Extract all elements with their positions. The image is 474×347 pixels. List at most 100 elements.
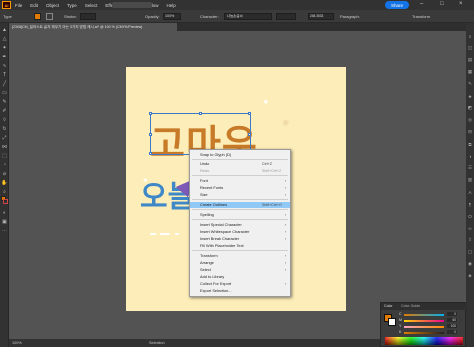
minimize-icon[interactable]: – — [420, 1, 423, 7]
line-tool-icon[interactable]: ╱ — [1, 80, 8, 87]
ctx-spelling[interactable]: Spelling › — [190, 212, 290, 218]
ctx-font[interactable]: Font › — [190, 178, 290, 184]
tab-color[interactable]: Color — [384, 304, 393, 308]
ctx-select[interactable]: Select › — [190, 267, 290, 273]
menu-edit[interactable]: Edit — [30, 3, 38, 8]
free-transform-tool-icon[interactable]: ⬚ — [1, 152, 8, 159]
transparency-icon[interactable]: ◑ — [467, 153, 473, 159]
character-panel-icon[interactable]: A — [467, 189, 473, 195]
cyan-value[interactable]: 0 — [447, 312, 457, 316]
ctx-snap-to-glyph[interactable]: Snap to Glyph (D) — [190, 152, 290, 158]
graphic-styles-icon[interactable]: ◩ — [467, 105, 473, 111]
paintbrush-tool-icon[interactable]: ✎ — [1, 98, 8, 105]
maximize-icon[interactable]: □ — [440, 1, 444, 7]
black-value[interactable]: 0 — [447, 330, 457, 334]
cyan-slider[interactable] — [404, 314, 444, 316]
rotate-tool-icon[interactable]: ↻ — [1, 125, 8, 132]
color-panel-icon[interactable]: ◉ — [467, 261, 473, 267]
width-tool-icon[interactable]: ⋈ — [1, 143, 8, 150]
menu-type[interactable]: Type — [67, 3, 77, 8]
more-tools-icon[interactable]: ⋯ — [1, 227, 8, 234]
resize-handle[interactable] — [199, 112, 202, 115]
workspace-switcher[interactable] — [112, 2, 152, 8]
align-icon[interactable]: ⊟ — [467, 129, 473, 135]
yellow-slider[interactable] — [404, 326, 444, 328]
ctx-export-selection[interactable]: Export Selection... — [190, 288, 290, 294]
share-button[interactable]: Share — [385, 1, 409, 9]
resize-handle[interactable] — [149, 152, 152, 155]
tab-color-guide[interactable]: Color Guide — [401, 304, 420, 308]
menu-object[interactable]: Object — [46, 3, 59, 8]
ctx-insert-whitespace-character[interactable]: Insert Whitespace Character › — [190, 229, 290, 235]
document-tab[interactable]: [2308]CM_일러스트 글자 체우기 아는 3가지 방법 캐시.ai* @ … — [9, 23, 177, 31]
zoom-level[interactable]: 100% — [12, 341, 22, 345]
ctx-arrange[interactable]: Arrange › — [190, 260, 290, 266]
paragraph-panel-icon[interactable]: ¶ — [467, 201, 473, 207]
links-icon[interactable]: ∞ — [467, 225, 473, 231]
resize-handle[interactable] — [149, 133, 152, 136]
ctx-insert-special-character[interactable]: Insert Special Character › — [190, 222, 290, 228]
stroke-weight-field[interactable] — [80, 13, 96, 20]
font-size-field[interactable]: 248.3533 — [308, 13, 334, 20]
menu-select[interactable]: Select — [85, 3, 98, 8]
font-family-field[interactable]: 나눔손글씨 — [224, 13, 272, 20]
libraries-icon[interactable]: ▤ — [467, 57, 473, 63]
opacity-field[interactable]: 100% — [163, 13, 181, 20]
fill-swatch[interactable] — [34, 13, 41, 20]
ctx-create-outlines[interactable]: Create Outlines Shift+Ctrl+O — [190, 202, 290, 208]
pathfinder-icon[interactable]: ⧉ — [467, 141, 473, 147]
magenta-value[interactable]: 60 — [447, 318, 457, 322]
resize-handle[interactable] — [149, 112, 152, 115]
gradient-icon[interactable]: ▥ — [467, 177, 473, 183]
pen-tool-icon[interactable]: ✒ — [1, 53, 8, 60]
eraser-tool-icon[interactable]: ◊ — [1, 116, 8, 123]
shape-builder-tool-icon[interactable]: ◔ — [1, 161, 8, 168]
stroke-color-icon[interactable] — [3, 199, 8, 204]
appearance-icon[interactable]: ◎ — [467, 117, 473, 123]
transform-label[interactable]: Transform — [412, 14, 430, 19]
menu-help[interactable]: Help — [166, 3, 175, 8]
stroke-swatch[interactable] — [46, 13, 53, 20]
properties-icon[interactable]: ≡ — [467, 33, 473, 39]
font-style-field[interactable] — [276, 13, 296, 20]
curvature-tool-icon[interactable]: ∿ — [1, 62, 8, 69]
paragraph-label[interactable]: Paragraph: — [340, 14, 360, 19]
ctx-insert-break-character[interactable]: Insert Break Character › — [190, 236, 290, 242]
ctx-add-to-library[interactable]: Add to Library — [190, 274, 290, 280]
ctx-fill-placeholder-text[interactable]: Fill With Placeholder Text — [190, 243, 290, 249]
layers-icon[interactable]: ◫ — [467, 45, 473, 51]
rectangle-tool-icon[interactable]: ▭ — [1, 89, 8, 96]
hand-tool-icon[interactable]: ✋ — [1, 179, 8, 186]
screen-mode-icon[interactable]: ▣ — [1, 218, 8, 225]
eyedropper-tool-icon[interactable]: ⌀ — [1, 170, 8, 177]
brushes-icon[interactable]: ✎ — [467, 81, 473, 87]
resize-handle[interactable] — [248, 133, 251, 136]
symbols-icon[interactable]: ♣ — [467, 93, 473, 99]
black-slider[interactable] — [404, 332, 444, 334]
magic-wand-icon[interactable]: ✦ — [1, 44, 8, 51]
color-guide-icon[interactable]: ◈ — [467, 273, 473, 279]
shaper-tool-icon[interactable]: ✐ — [1, 107, 8, 114]
ctx-collect-for-export[interactable]: Collect For Export › — [190, 281, 290, 287]
menu-file[interactable]: File — [15, 3, 22, 8]
opentype-icon[interactable]: O — [467, 213, 473, 219]
scale-tool-icon[interactable]: ⤢ — [1, 134, 8, 141]
draw-mode-icon[interactable]: ◐ — [1, 209, 8, 216]
close-icon[interactable]: × — [459, 1, 463, 7]
selection-tool-icon[interactable]: ▲ — [1, 26, 8, 33]
stroke-color-swatch[interactable] — [388, 318, 396, 326]
character-label[interactable]: Character: — [200, 14, 219, 19]
resize-handle[interactable] — [248, 112, 251, 115]
ctx-transform[interactable]: Transform › — [190, 253, 290, 259]
artboards-icon[interactable]: ▢ — [467, 249, 473, 255]
ctx-size[interactable]: Size › — [190, 192, 290, 198]
magenta-slider[interactable] — [404, 320, 444, 322]
zoom-tool-icon[interactable]: ⌕ — [1, 188, 8, 195]
ctx-undo[interactable]: Undo Ctrl+Z — [190, 161, 290, 167]
direct-selection-tool-icon[interactable]: △ — [1, 35, 8, 42]
yellow-value[interactable]: 100 — [447, 324, 457, 328]
stroke-panel-icon[interactable]: ☰ — [467, 165, 473, 171]
ctx-recent-fonts[interactable]: Recent Fonts › — [190, 185, 290, 191]
type-tool-icon[interactable]: T — [1, 71, 8, 78]
asset-export-icon[interactable]: ⇪ — [467, 237, 473, 243]
